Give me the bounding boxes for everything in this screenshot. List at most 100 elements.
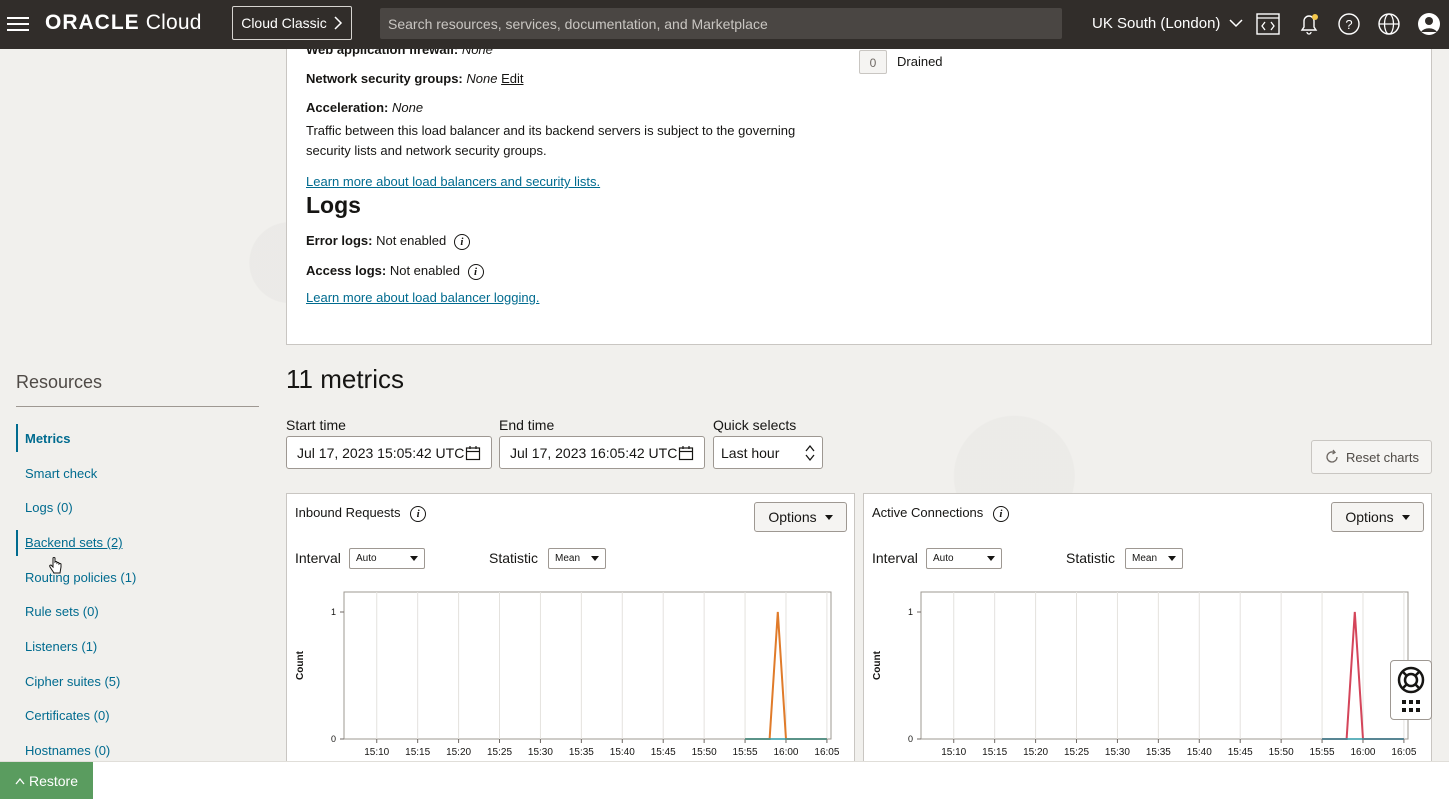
interval-select[interactable]: Auto <box>926 548 1002 569</box>
plot-frame <box>920 591 1409 740</box>
cloud-classic-button[interactable]: Cloud Classic <box>232 6 352 40</box>
access-logs-row: Access logs: Not enabled i <box>306 263 484 280</box>
nsg-value: None <box>466 71 498 86</box>
access-logs-label: Access logs: <box>306 263 387 278</box>
security-lists-link[interactable]: Learn more about load balancers and secu… <box>306 174 600 189</box>
x-tick-label: 15:45 <box>651 747 676 758</box>
quick-selects-value: Last hour <box>721 444 780 461</box>
load-balancer-logging-link[interactable]: Learn more about load balancer logging. <box>306 290 539 305</box>
restore-button[interactable]: Restore <box>0 762 93 799</box>
acceleration-value: None <box>392 100 424 115</box>
end-time-value: Jul 17, 2023 16:05:42 UTC <box>510 444 678 461</box>
search-input[interactable] <box>380 8 1062 39</box>
resource-item-logs[interactable]: Logs (0) <box>25 500 73 515</box>
oracle-cloud-logo[interactable]: ORACLE Cloud <box>45 11 202 35</box>
resource-item-routing-policies[interactable]: Routing policies (1) <box>25 570 136 585</box>
x-tick-label: 15:35 <box>569 747 594 758</box>
x-tick-label: 15:20 <box>446 747 471 758</box>
interval-label: Interval <box>872 550 918 566</box>
info-icon[interactable]: i <box>453 233 470 250</box>
help-icon[interactable]: ? <box>1336 11 1362 37</box>
global-search[interactable] <box>380 8 1062 39</box>
interval-label: Interval <box>295 550 341 566</box>
start-time-label: Start time <box>286 417 346 433</box>
y-tick-label: 1 <box>908 607 913 617</box>
caret-down-icon <box>1401 514 1410 520</box>
svg-text:?: ? <box>1345 17 1352 32</box>
options-button[interactable]: Options <box>1331 502 1424 532</box>
restore-label: Restore <box>28 772 79 789</box>
chart-card-active-connections: Active Connections i Options Interval Au… <box>863 493 1432 763</box>
chart-title-text: Inbound Requests <box>295 505 401 520</box>
topbar-edge <box>0 40 1449 49</box>
interval-value: Auto <box>356 553 377 564</box>
hover-indicator <box>16 530 18 556</box>
x-tick-label: 16:05 <box>814 747 839 758</box>
menu-icon[interactable] <box>7 13 29 35</box>
start-time-input[interactable]: Jul 17, 2023 15:05:42 UTC <box>286 436 492 469</box>
notification-bell-icon[interactable] <box>1296 11 1322 37</box>
nsg-row: Network security groups: None Edit <box>306 71 524 86</box>
drained-count-badge: 0 <box>859 50 887 74</box>
reset-charts-button[interactable]: Reset charts <box>1311 440 1432 474</box>
x-tick-label: 15:55 <box>1310 747 1335 758</box>
resource-item-metrics[interactable]: Metrics <box>25 431 71 446</box>
plot-frame <box>343 591 832 740</box>
user-profile-icon[interactable] <box>1416 11 1442 37</box>
options-label: Options <box>768 509 817 525</box>
statistic-select[interactable]: Mean <box>548 548 606 569</box>
x-tick-label: 15:55 <box>733 747 758 758</box>
access-logs-value: Not enabled <box>389 263 460 278</box>
resource-item-cipher-suites[interactable]: Cipher suites (5) <box>25 674 120 689</box>
traffic-note: Traffic between this load balancer and i… <box>306 123 796 158</box>
end-time-label: End time <box>499 417 555 433</box>
logs-heading: Logs <box>306 192 361 218</box>
y-axis-label: Count <box>872 650 883 680</box>
statistic-value: Mean <box>1132 553 1158 564</box>
chevron-up-icon <box>15 777 25 784</box>
reset-charts-label: Reset charts <box>1346 449 1419 465</box>
quick-selects-label: Quick selects <box>713 417 797 433</box>
calendar-icon[interactable] <box>678 445 694 461</box>
x-tick-label: 15:10 <box>941 747 966 758</box>
language-globe-icon[interactable] <box>1376 11 1402 37</box>
statistic-select[interactable]: Mean <box>1125 548 1183 569</box>
caret-down-icon <box>1168 556 1176 561</box>
resource-item-rule-sets[interactable]: Rule sets (0) <box>25 604 99 619</box>
info-icon[interactable]: i <box>992 505 1009 522</box>
resource-item-backend-sets[interactable]: Backend sets (2) <box>25 535 123 550</box>
help-widget[interactable] <box>1390 660 1432 720</box>
resource-item-hostnames[interactable]: Hostnames (0) <box>25 743 110 758</box>
info-icon[interactable]: i <box>410 505 427 522</box>
end-time-input[interactable]: Jul 17, 2023 16:05:42 UTC <box>499 436 705 469</box>
calendar-icon[interactable] <box>465 445 481 461</box>
logging-link-wrap: Learn more about load balancer logging. <box>306 289 539 307</box>
x-tick-label: 15:50 <box>1269 747 1294 758</box>
resource-item-listeners[interactable]: Listeners (1) <box>25 639 97 654</box>
sort-arrows-icon <box>805 444 815 461</box>
bottom-bar <box>0 761 1449 806</box>
caret-down-icon <box>987 556 995 561</box>
inbound-requests-chart: 15:10 15:15 15:20 15:25 15:30 15:35 15:40 15:45… <box>295 591 840 758</box>
x-tick-label: 16:00 <box>773 747 798 758</box>
x-tick-label: 15:15 <box>405 747 430 758</box>
region-selector[interactable]: UK South (London) <box>1092 15 1243 32</box>
code-editor-icon[interactable] <box>1255 11 1281 37</box>
apps-grid-icon[interactable] <box>1401 699 1421 713</box>
x-tick-label: 15:35 <box>1146 747 1171 758</box>
y-tick-label: 1 <box>331 607 336 617</box>
resource-item-smart-check[interactable]: Smart check <box>25 466 97 481</box>
x-tick-label: 15:25 <box>1064 747 1089 758</box>
acceleration-row: Acceleration: None <box>306 100 423 115</box>
options-button[interactable]: Options <box>754 502 847 532</box>
acceleration-label: Acceleration: <box>306 100 389 115</box>
chevron-down-icon <box>1229 19 1243 28</box>
info-icon[interactable]: i <box>467 263 484 280</box>
resource-item-certificates[interactable]: Certificates (0) <box>25 708 110 723</box>
interval-select[interactable]: Auto <box>349 548 425 569</box>
nsg-edit-link[interactable]: Edit <box>501 71 523 86</box>
quick-selects-dropdown[interactable]: Last hour <box>713 436 823 469</box>
lifebuoy-icon[interactable] <box>1396 665 1426 695</box>
hand-cursor-icon <box>49 557 62 574</box>
metrics-heading: 11 metrics <box>286 364 404 394</box>
